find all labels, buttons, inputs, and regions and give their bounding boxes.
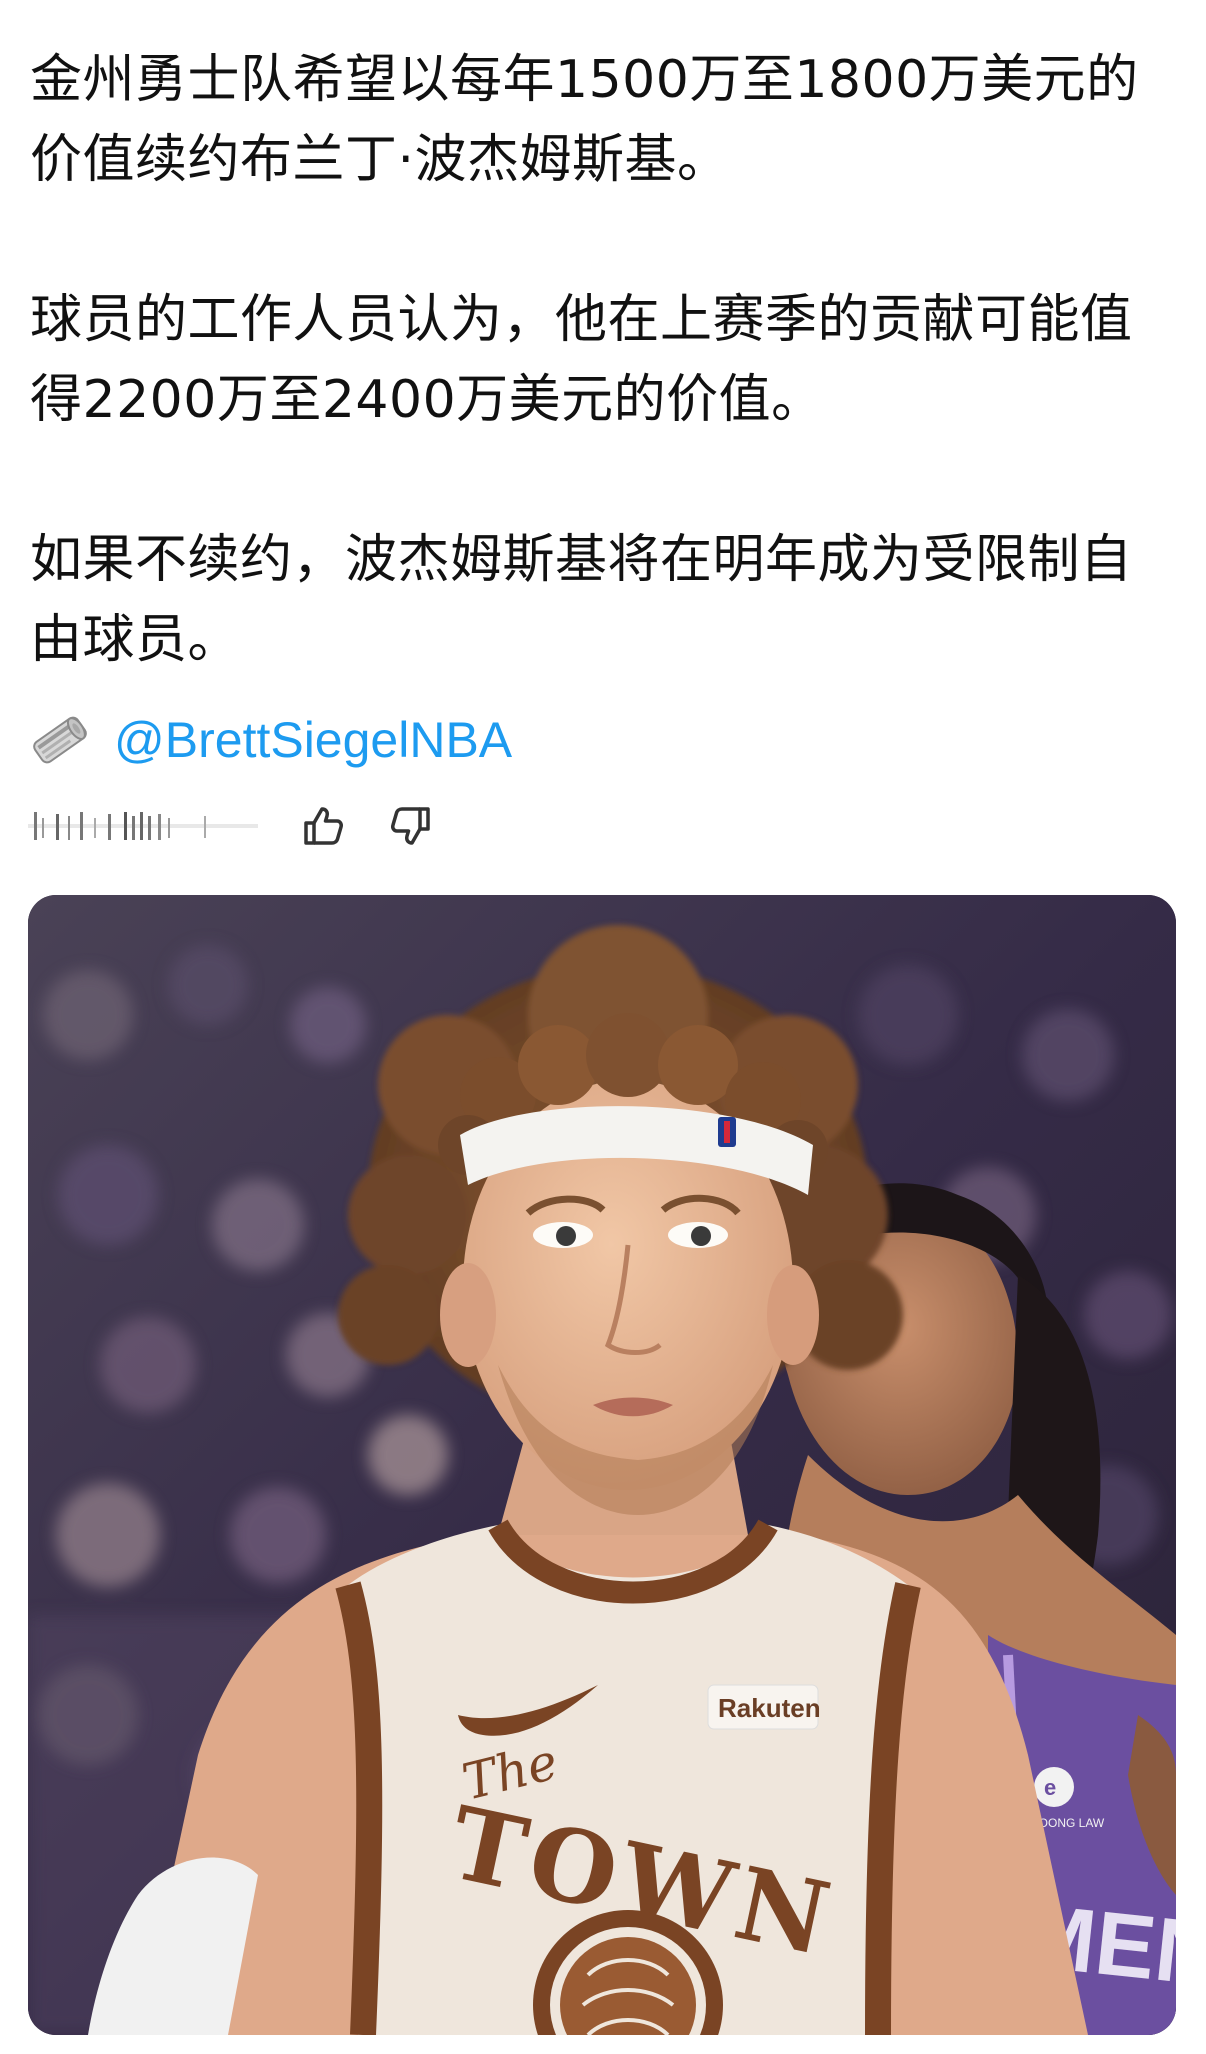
svg-text:e: e bbox=[1044, 1775, 1056, 1800]
newspaper-icon bbox=[28, 708, 92, 772]
post-card: 金州勇士队希望以每年1500万至1800万美元的价值续约布兰丁·波杰姆斯基。 球… bbox=[0, 0, 1206, 2054]
source-line[interactable]: @BrettSiegelNBA bbox=[28, 700, 512, 780]
jersey-sponsor: Rakuten bbox=[718, 1693, 821, 1723]
post-paragraph: 球员的工作人员认为，他在上赛季的贡献可能值得2200万至2400万美元的价值。 bbox=[30, 290, 1133, 430]
post-text: 金州勇士队希望以每年1500万至1800万美元的价值续约布兰丁·波杰姆斯基。 球… bbox=[30, 40, 1180, 760]
action-bar bbox=[28, 798, 434, 854]
post-photo[interactable]: MENTO e PHOONG LAW Rakuten The TOWN bbox=[28, 895, 1176, 2035]
thumbs-up-icon[interactable] bbox=[300, 803, 346, 849]
source-handle-link[interactable]: @BrettSiegelNBA bbox=[114, 711, 512, 769]
thumbs-down-icon[interactable] bbox=[388, 803, 434, 849]
post-paragraph: 金州勇士队希望以每年1500万至1800万美元的价值续约布兰丁·波杰姆斯基。 bbox=[30, 50, 1139, 190]
obscured-text bbox=[28, 806, 258, 846]
post-paragraph: 如果不续约，波杰姆斯基将在明年成为受限制自由球员。 bbox=[30, 530, 1133, 670]
